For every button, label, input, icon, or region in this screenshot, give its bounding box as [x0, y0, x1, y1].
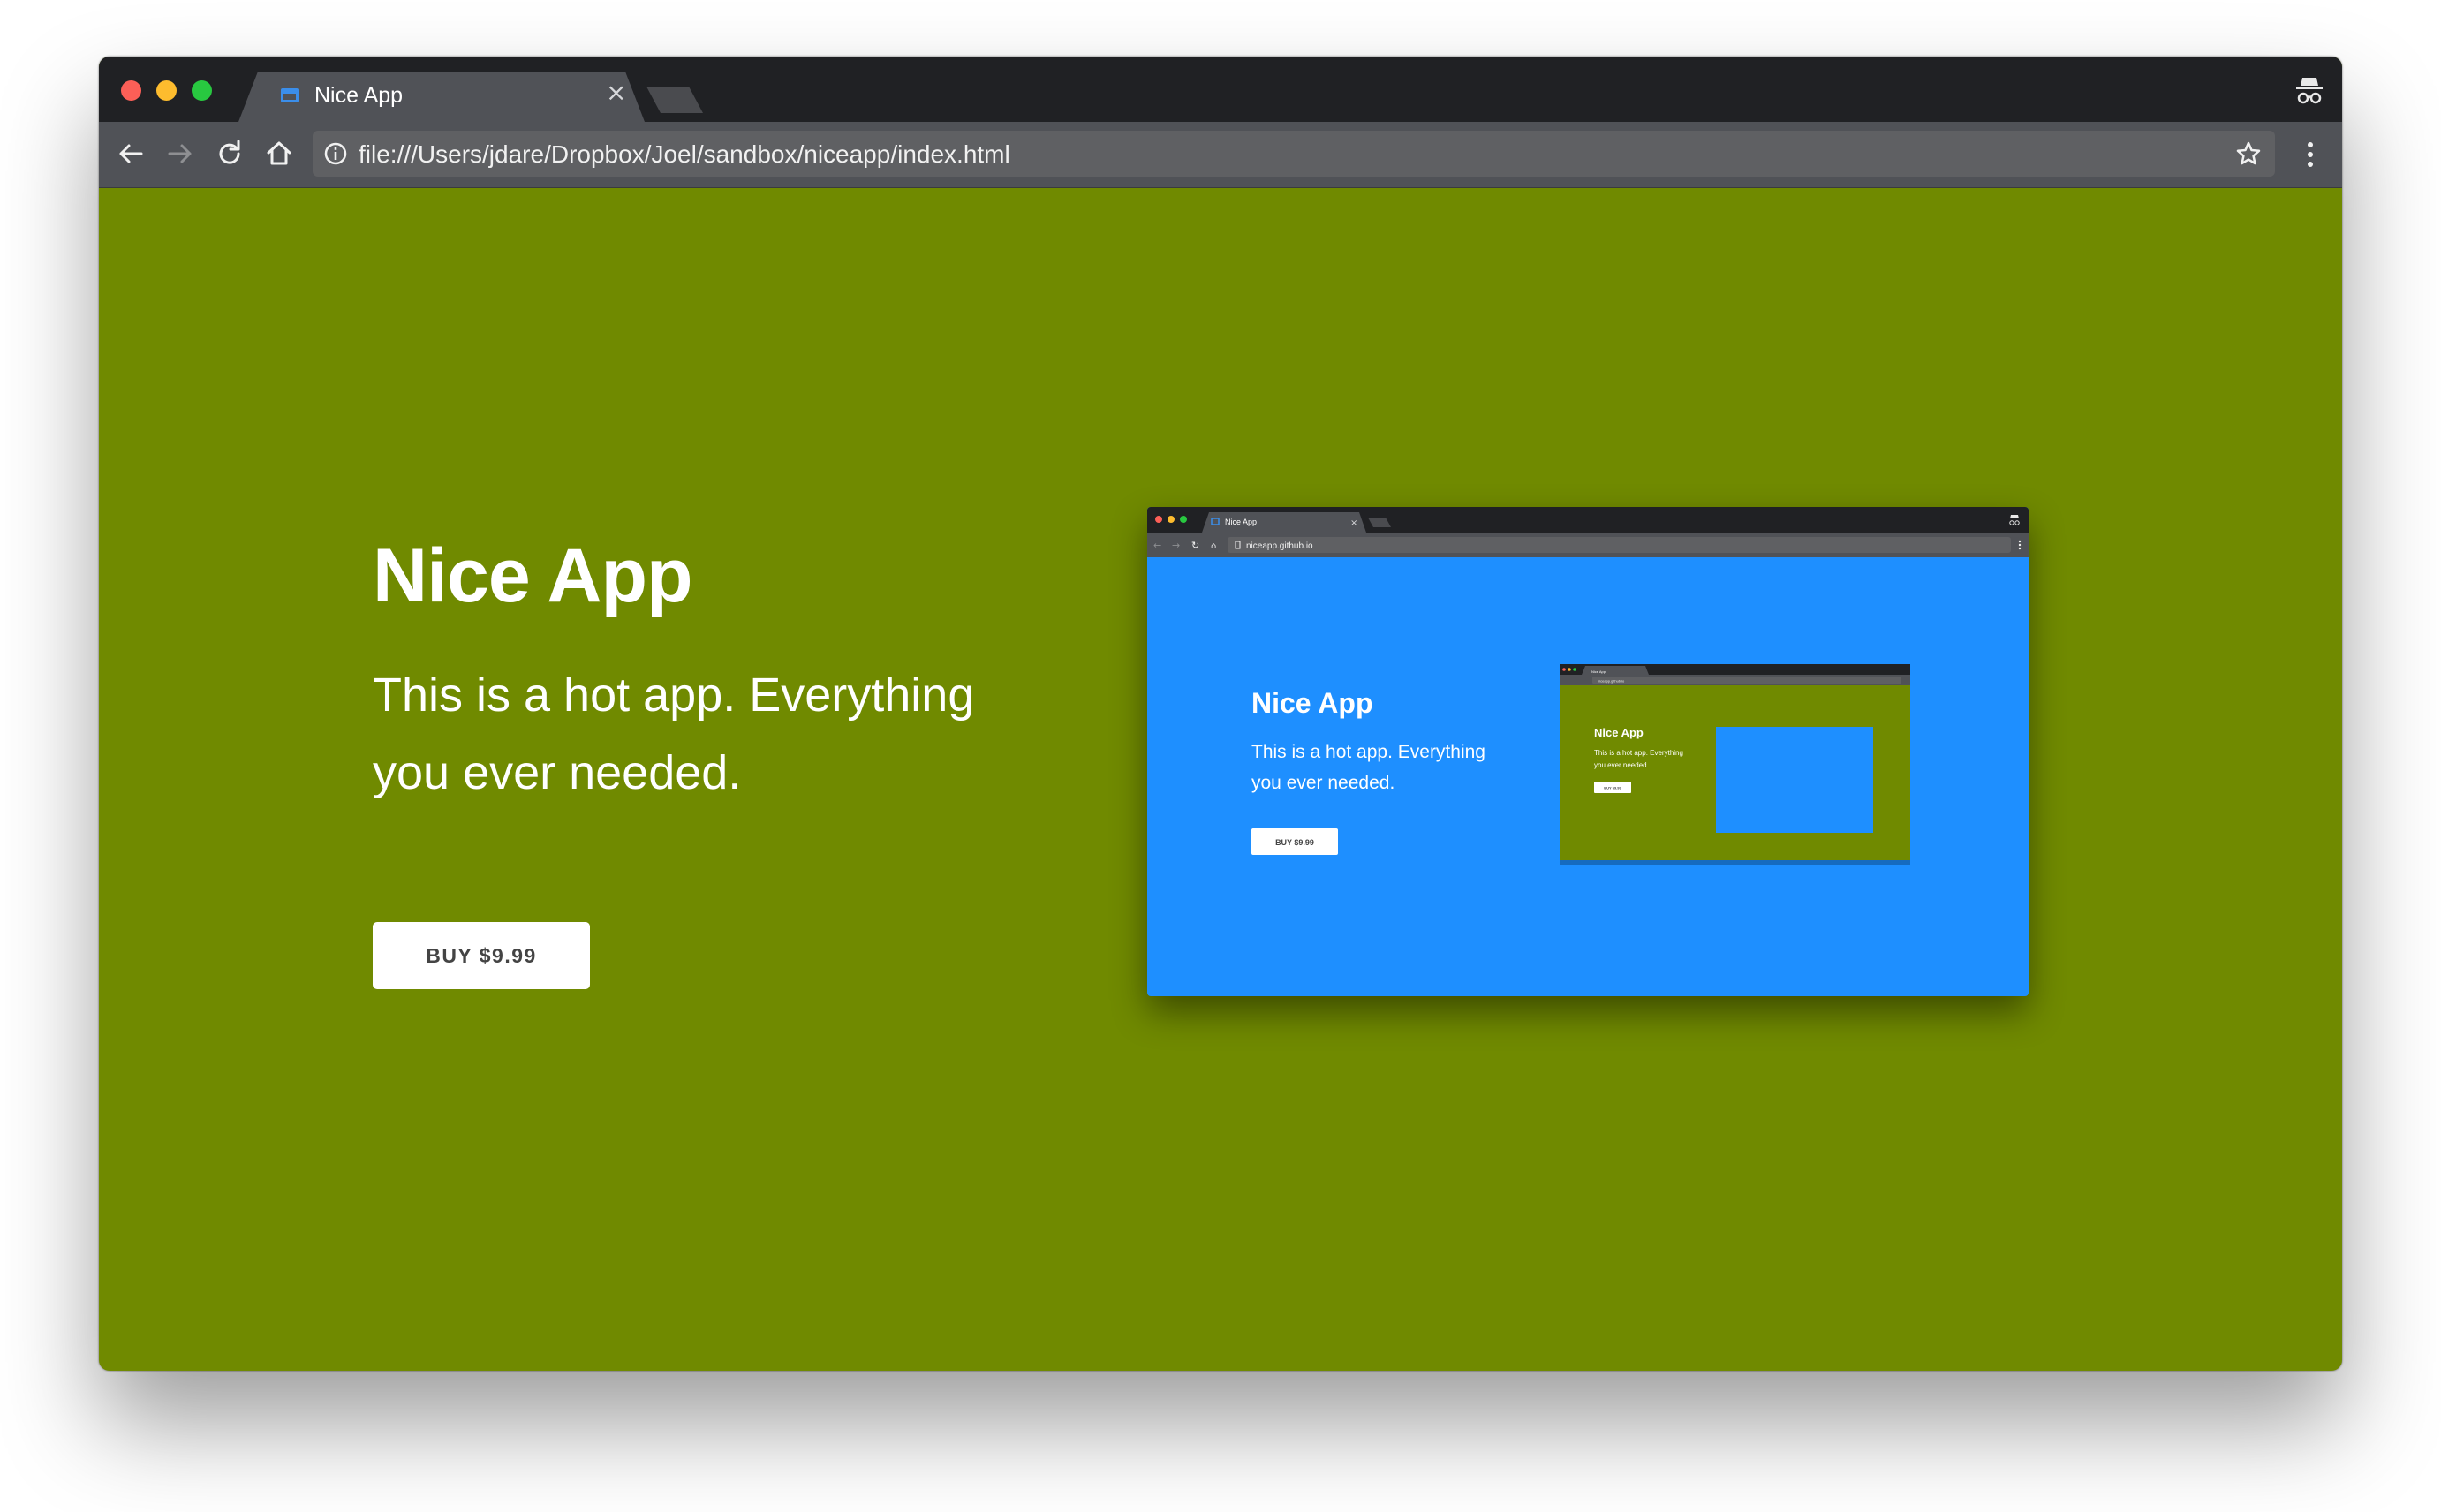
screenshot-minimize-dot	[1168, 516, 1175, 523]
nested-zoom-dot	[1573, 668, 1576, 671]
nested-tab-title: Nice App	[1591, 669, 1606, 674]
back-arrow-icon[interactable]	[113, 136, 148, 171]
reload-icon[interactable]	[212, 136, 247, 171]
toolbar: file:///Users/jdare/Dropbox/Joel/sandbox…	[99, 122, 2342, 188]
screenshot-tab-title: Nice App	[1225, 518, 1257, 526]
nested-buy-label: BUY $9.99	[1604, 786, 1621, 790]
nested-page-title: Nice App	[1594, 726, 1644, 739]
nested-description-line2: you ever needed.	[1594, 761, 1649, 769]
screenshot-description-line2: you ever needed.	[1251, 773, 1394, 793]
home-icon[interactable]	[261, 136, 297, 171]
page-title: Nice App	[373, 533, 693, 618]
buy-button[interactable]: BUY $9.99	[373, 922, 590, 989]
nested-address-bar	[1592, 677, 1901, 684]
screenshot-svg: Nice App × ← → ↻ ⌂ niceapp.github.io Nic…	[1147, 507, 2029, 865]
screenshot-reload-icon: ↻	[1191, 540, 1199, 551]
screenshot-url: niceapp.github.io	[1246, 541, 1313, 551]
minimize-window-button[interactable]	[156, 80, 177, 101]
nested-description-line1: This is a hot app. Everything	[1594, 749, 1683, 757]
tab-nice-app[interactable]: Nice App ×	[238, 72, 645, 122]
nested-url: niceapp.github.io	[1598, 679, 1625, 684]
address-bar[interactable]: file:///Users/jdare/Dropbox/Joel/sandbox…	[313, 131, 2275, 177]
star-icon[interactable]	[2234, 140, 2263, 168]
nested-preview-image	[1716, 727, 1873, 833]
screenshot-close-icon: ×	[1350, 518, 1357, 528]
tab-strip: Nice App ×	[99, 57, 2342, 122]
screenshot-back-icon: ←	[1153, 540, 1161, 551]
screenshot-home-icon: ⌂	[1211, 541, 1216, 551]
app-screenshot: Nice App × ← → ↻ ⌂ niceapp.github.io Nic…	[1147, 507, 2029, 996]
kebab-menu-icon[interactable]	[2305, 138, 2316, 171]
screenshot-menu-icon	[2018, 540, 2022, 550]
screenshot-description-line1: This is a hot app. Everything	[1251, 742, 1485, 762]
info-icon[interactable]	[323, 141, 348, 166]
screenshot-zoom-dot	[1180, 516, 1187, 523]
new-tab-button[interactable]	[646, 87, 703, 113]
close-icon[interactable]: ×	[606, 80, 626, 105]
screenshot-page-title: Nice App	[1251, 687, 1373, 719]
page-content: Nice App This is a hot app. Everything y…	[99, 188, 2342, 1371]
screenshot-close-dot	[1155, 516, 1162, 523]
screenshot-buy-label: BUY $9.99	[1275, 838, 1314, 847]
browser-window: Nice App × file:///Users/jdare/Dropbox/J…	[99, 57, 2342, 1371]
url-text[interactable]: file:///Users/jdare/Dropbox/Joel/sandbox…	[359, 140, 1010, 169]
page-description: This is a hot app. Everything you ever n…	[373, 669, 975, 799]
nested-close-dot	[1562, 668, 1566, 671]
tab-title: Nice App	[314, 83, 404, 108]
close-window-button[interactable]	[121, 80, 141, 101]
screenshot-address-bar	[1228, 537, 2011, 553]
window-icon	[281, 88, 299, 102]
forward-arrow-icon[interactable]	[162, 136, 198, 171]
nested-minimize-dot	[1568, 668, 1571, 671]
screenshot-forward-icon: →	[1172, 540, 1180, 551]
zoom-window-button[interactable]	[192, 80, 212, 101]
incognito-icon	[2296, 78, 2323, 104]
nested-screenshot: Nice App niceapp.github.io Nice App This…	[1560, 664, 1910, 865]
